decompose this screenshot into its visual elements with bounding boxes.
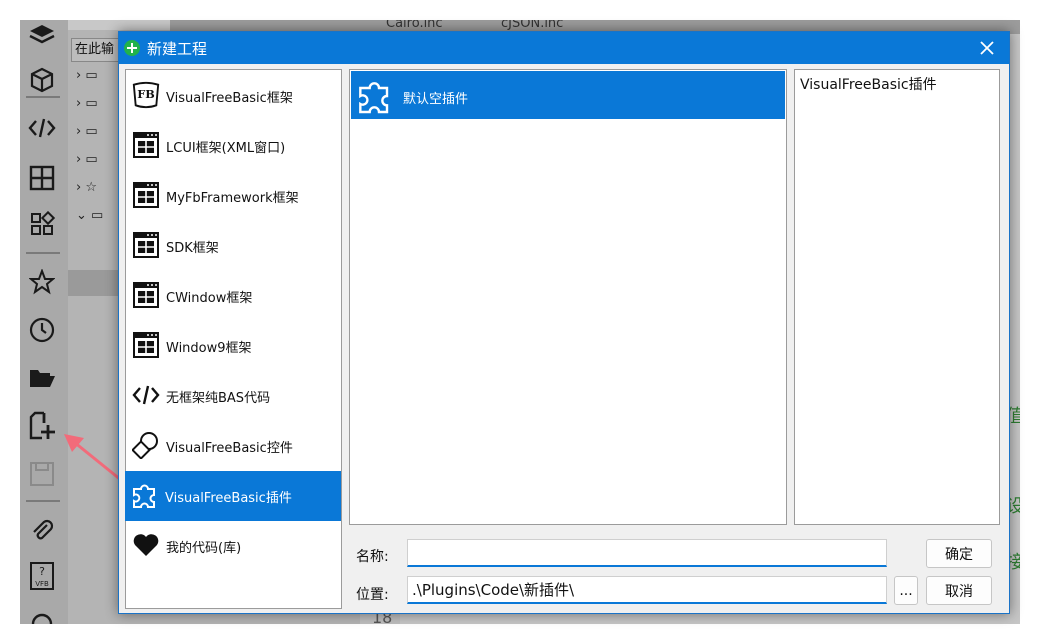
window-icon [131, 230, 161, 260]
svg-text:?: ? [39, 565, 45, 578]
framework-item-bas-code[interactable]: 无框架纯BAS代码 [126, 371, 341, 421]
tree-row[interactable]: › ☆ [76, 180, 97, 200]
new-file-icon[interactable] [26, 410, 58, 442]
window-icon [131, 130, 161, 160]
framework-label: MyFbFramework框架 [166, 191, 299, 206]
code-icon[interactable] [26, 112, 58, 144]
template-list: 默认空插件 [349, 69, 787, 525]
framework-item-myfbframework[interactable]: MyFbFramework框架 [126, 171, 341, 221]
framework-label: SDK框架 [166, 241, 219, 256]
open-folder-icon[interactable] [26, 362, 58, 394]
window-icon [131, 180, 161, 210]
toolbar-divider [26, 500, 60, 502]
template-label: 默认空插件 [403, 92, 469, 107]
cancel-button[interactable]: 取消 [926, 576, 992, 605]
framework-item-cwindow[interactable]: CWindow框架 [126, 271, 341, 321]
framework-item-control[interactable]: VisualFreeBasic控件 [126, 421, 341, 471]
new-project-icon [124, 40, 140, 56]
framework-label: VisualFreeBasic控件 [166, 441, 293, 456]
tree-row[interactable]: › ▭ [76, 124, 98, 144]
framework-item-sdk[interactable]: SDK框架 [126, 221, 341, 271]
location-input[interactable] [407, 576, 887, 604]
code-icon [131, 380, 161, 410]
dialog-titlebar: 新建工程 [119, 32, 1009, 64]
cube-icon[interactable] [26, 64, 58, 96]
description-text: VisualFreeBasic插件 [800, 77, 937, 93]
framework-label: VisualFreeBasic框架 [166, 91, 293, 106]
paperclip-icon[interactable] [26, 514, 58, 546]
framework-item-window9[interactable]: Window9框架 [126, 321, 341, 371]
tree-row[interactable]: ⌄ ▭ [76, 208, 103, 228]
new-project-dialog: 新建工程 FB VisualFreeBasic框架 LCUI框架(XML窗口) … [118, 31, 1010, 614]
framework-label: Window9框架 [166, 341, 252, 356]
ok-button[interactable]: 确定 [926, 539, 992, 568]
vfb-help-icon[interactable]: ? VFB [26, 560, 58, 592]
name-input[interactable] [407, 539, 887, 567]
close-icon[interactable] [975, 36, 999, 60]
tree-search-input[interactable]: 在此输 [71, 38, 124, 62]
svg-text:VFB: VFB [35, 580, 49, 588]
framework-label: LCUI框架(XML窗口) [166, 141, 286, 156]
framework-list: FB VisualFreeBasic框架 LCUI框架(XML窗口) MyFbF… [125, 69, 342, 609]
settings-icon[interactable] [26, 608, 58, 624]
shapes-icon [131, 430, 161, 460]
description-panel: VisualFreeBasic插件 [794, 69, 1000, 525]
svg-text:FB: FB [137, 87, 155, 101]
framework-item-visualfreebasic[interactable]: FB VisualFreeBasic框架 [126, 71, 341, 121]
template-item-default-plugin[interactable]: 默认空插件 [351, 71, 785, 119]
puzzle-icon [130, 480, 160, 510]
widgets-icon[interactable] [26, 208, 58, 240]
puzzle-icon [355, 76, 395, 120]
clock-icon[interactable] [26, 314, 58, 346]
tree-row[interactable]: › ▭ [76, 152, 98, 172]
framework-label: CWindow框架 [166, 291, 253, 306]
browse-button[interactable]: ... [894, 576, 918, 605]
framework-item-lcui[interactable]: LCUI框架(XML窗口) [126, 121, 341, 171]
toolbar-divider [26, 252, 60, 254]
framework-label: VisualFreeBasic插件 [165, 491, 292, 506]
name-label: 名称: [356, 549, 389, 565]
tree-row[interactable]: › ▭ [76, 68, 98, 88]
star-icon[interactable] [26, 266, 58, 298]
framework-item-plugin[interactable]: VisualFreeBasic插件 [125, 471, 341, 521]
framework-label: 我的代码(库) [166, 541, 242, 556]
window-icon [131, 330, 161, 360]
grid-icon[interactable] [26, 162, 58, 194]
framework-item-my-code[interactable]: 我的代码(库) [126, 521, 341, 571]
side-toolbar: ? VFB [20, 20, 68, 624]
framework-label: 无框架纯BAS代码 [166, 391, 271, 406]
window-icon [131, 280, 161, 310]
location-label: 位置: [356, 587, 389, 603]
toolbar-divider [26, 96, 60, 98]
save-icon [26, 458, 58, 490]
heart-icon [131, 530, 161, 560]
tree-row[interactable]: › ▭ [76, 96, 98, 116]
dialog-title: 新建工程 [147, 40, 208, 58]
fb-logo-icon: FB [131, 80, 161, 110]
layers-icon[interactable] [26, 20, 58, 52]
